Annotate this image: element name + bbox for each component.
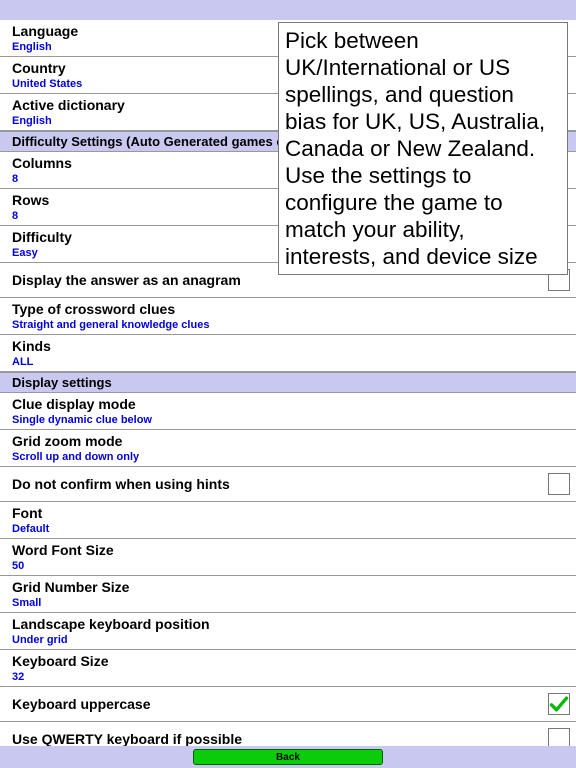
value: ALL — [12, 355, 564, 369]
row-clue-display-mode[interactable]: Clue display mode Single dynamic clue be… — [0, 393, 576, 430]
label: Grid zoom mode — [12, 432, 564, 450]
row-no-confirm-hints[interactable]: Do not confirm when using hints — [0, 467, 576, 502]
label: Kinds — [12, 337, 564, 355]
row-word-font-size[interactable]: Word Font Size 50 — [0, 539, 576, 576]
section-display-header: Display settings — [0, 372, 576, 393]
checkmark-icon — [549, 692, 569, 716]
value: 32 — [12, 670, 564, 684]
row-keyboard-uppercase[interactable]: Keyboard uppercase — [0, 687, 576, 722]
row-landscape-keyboard-position[interactable]: Landscape keyboard position Under grid — [0, 613, 576, 650]
label: Word Font Size — [12, 541, 564, 559]
status-bar — [0, 0, 576, 20]
label: Do not confirm when using hints — [12, 469, 564, 499]
label: Keyboard Size — [12, 652, 564, 670]
label: Keyboard uppercase — [12, 689, 564, 719]
row-font[interactable]: Font Default — [0, 502, 576, 539]
value: Under grid — [12, 633, 564, 647]
settings-list: Language English Country United States A… — [0, 20, 576, 757]
value: Straight and general knowledge clues — [12, 318, 564, 332]
kbupper-checkbox[interactable] — [548, 693, 570, 715]
label: Font — [12, 504, 564, 522]
help-tooltip: Pick between UK/International or US spel… — [278, 22, 568, 275]
value: Scroll up and down only — [12, 450, 564, 464]
label: Type of crossword clues — [12, 300, 564, 318]
value: 50 — [12, 559, 564, 573]
bottom-bar: Back — [0, 746, 576, 768]
row-keyboard-size[interactable]: Keyboard Size 32 — [0, 650, 576, 687]
row-kinds[interactable]: Kinds ALL — [0, 335, 576, 372]
back-button[interactable]: Back — [193, 749, 383, 765]
value: Default — [12, 522, 564, 536]
value: Single dynamic clue below — [12, 413, 564, 427]
value: Small — [12, 596, 564, 610]
row-grid-number-size[interactable]: Grid Number Size Small — [0, 576, 576, 613]
row-grid-zoom-mode[interactable]: Grid zoom mode Scroll up and down only — [0, 430, 576, 467]
row-clue-type[interactable]: Type of crossword clues Straight and gen… — [0, 298, 576, 335]
label: Landscape keyboard position — [12, 615, 564, 633]
label: Grid Number Size — [12, 578, 564, 596]
noconfirm-checkbox[interactable] — [548, 473, 570, 495]
label: Clue display mode — [12, 395, 564, 413]
